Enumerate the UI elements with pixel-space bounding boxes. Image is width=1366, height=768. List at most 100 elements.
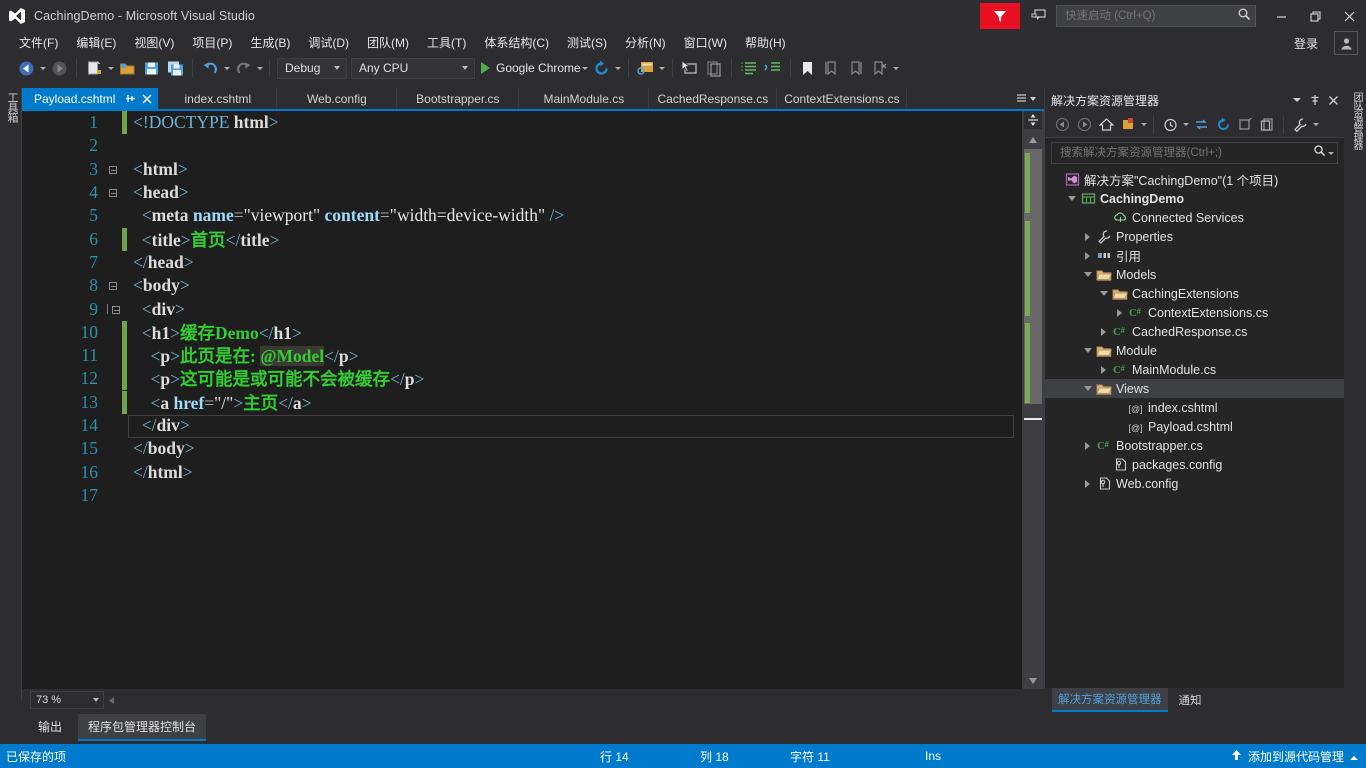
code-line[interactable]: 8 <body>	[22, 274, 1022, 297]
new-project-icon[interactable]	[83, 57, 105, 79]
feedback-comment-icon[interactable]	[1026, 4, 1052, 28]
toolbox-tab[interactable]: 工具箱	[0, 88, 22, 700]
bookmark-icon[interactable]	[797, 57, 819, 79]
horizontal-scroll-left-arrow[interactable]	[104, 692, 120, 708]
sync-icon[interactable]	[1190, 115, 1212, 135]
solution-explorer-search[interactable]	[1051, 142, 1338, 164]
tree-item-11[interactable]: C # MainModule.cs	[1045, 360, 1344, 379]
code-line[interactable]: 7 </head>	[22, 251, 1022, 274]
close-button[interactable]	[1332, 1, 1366, 31]
show-all-files-icon[interactable]	[1256, 115, 1278, 135]
tree-item-15[interactable]: C # Bootstrapper.cs	[1045, 436, 1344, 455]
redo-dropdown[interactable]	[255, 67, 264, 70]
code-surface[interactable]: 1 <!DOCTYPE html> 2 3 <html> 4 <head> 5 <meta n…	[22, 111, 1022, 689]
collapse-arrow-icon[interactable]	[1081, 348, 1094, 353]
tab-overflow-button[interactable]	[1008, 88, 1044, 109]
code-line[interactable]: 15 </body>	[22, 437, 1022, 460]
tree-item-9[interactable]: C # CachedResponse.cs	[1045, 322, 1344, 341]
back-icon[interactable]	[1051, 115, 1073, 135]
minimize-button[interactable]	[1264, 1, 1298, 31]
code-line[interactable]: 9 <div>	[22, 297, 1022, 320]
collapse-arrow-icon[interactable]	[1065, 196, 1078, 201]
close-icon[interactable]	[140, 94, 154, 104]
close-icon[interactable]	[1324, 91, 1342, 109]
menu-item-11[interactable]: 分析(N)	[616, 33, 675, 53]
menu-item-5[interactable]: 生成(B)	[241, 33, 299, 53]
menu-item-8[interactable]: 工具(T)	[418, 33, 475, 53]
solution-search-input[interactable]	[1058, 146, 1313, 160]
scroll-down-arrow[interactable]	[1022, 672, 1044, 689]
pin-icon[interactable]	[124, 93, 137, 104]
editor-tab-2[interactable]: index.cshtml	[159, 88, 278, 109]
code-line[interactable]: 3 <html>	[22, 158, 1022, 181]
tree-item-2[interactable]: CachingDemo	[1045, 189, 1344, 208]
redo-icon[interactable]	[232, 57, 254, 79]
expand-arrow-icon[interactable]	[1081, 441, 1094, 450]
refresh-dropdown[interactable]	[614, 67, 623, 70]
menu-item-12[interactable]: 窗口(W)	[675, 33, 736, 53]
expand-arrow-icon[interactable]	[1081, 251, 1094, 260]
collapse-arrow-icon[interactable]	[1081, 386, 1094, 391]
save-all-icon[interactable]	[164, 57, 186, 79]
fold-margin[interactable]	[104, 188, 122, 198]
toolbar-overflow-button[interactable]	[1311, 123, 1320, 126]
browser-debug-dropdown[interactable]	[658, 67, 667, 70]
menu-item-1[interactable]: 文件(F)	[10, 33, 67, 53]
menu-item-3[interactable]: 视图(V)	[125, 33, 183, 53]
properties-wrench-icon[interactable]	[1289, 115, 1311, 135]
pending-changes-icon[interactable]	[1117, 115, 1139, 135]
bottom-tab-1[interactable]: 输出	[28, 714, 72, 739]
team-explorer-tab-label[interactable]: 团队资源管理器	[1348, 92, 1363, 148]
tree-item-13[interactable]: [@] index.cshtml	[1045, 398, 1344, 417]
expand-arrow-icon[interactable]	[1097, 327, 1110, 336]
tree-item-3[interactable]: Connected Services	[1045, 208, 1344, 227]
collapse-arrow-icon[interactable]	[1081, 272, 1094, 277]
tree-item-5[interactable]: 引用	[1045, 246, 1344, 265]
undo-icon[interactable]	[199, 57, 221, 79]
editor-tab-4[interactable]: Bootstrapper.cs	[397, 88, 520, 109]
code-line[interactable]: 13 <a href="/">主页</a>	[22, 390, 1022, 414]
menu-item-6[interactable]: 调试(D)	[299, 33, 358, 53]
code-line[interactable]: 16 </html>	[22, 460, 1022, 483]
send-feedback-button[interactable]	[980, 3, 1020, 29]
tree-item-14[interactable]: [@] Payload.cshtml	[1045, 417, 1344, 436]
tree-item-8[interactable]: C # ContextExtensions.cs	[1045, 303, 1344, 322]
pin-icon[interactable]	[1306, 91, 1324, 109]
collapse-all-icon[interactable]	[1234, 115, 1256, 135]
menu-item-13[interactable]: 帮助(H)	[736, 33, 795, 53]
tree-item-6[interactable]: Models	[1045, 265, 1344, 284]
code-editor[interactable]: 1 <!DOCTYPE html> 2 3 <html> 4 <head> 5 <meta n…	[22, 111, 1044, 689]
code-line[interactable]: 2	[22, 134, 1022, 157]
new-project-dropdown[interactable]	[106, 67, 115, 70]
fold-margin[interactable]	[104, 304, 122, 315]
solution-bottom-tab-1[interactable]: 解决方案资源管理器	[1052, 688, 1168, 712]
previous-bookmark-icon[interactable]	[821, 57, 843, 79]
menu-item-10[interactable]: 测试(S)	[558, 33, 616, 53]
account-icon[interactable]	[1334, 31, 1358, 55]
tree-item-16[interactable]: packages.config	[1045, 455, 1344, 474]
copy-window-icon[interactable]	[703, 57, 725, 79]
save-icon[interactable]	[140, 57, 162, 79]
undo-dropdown[interactable]	[222, 67, 231, 70]
maximize-button[interactable]	[1298, 1, 1332, 31]
navigate-backward-dropdown[interactable]	[38, 67, 47, 70]
pending-history-dropdown[interactable]	[1181, 123, 1190, 126]
code-line[interactable]: 4 <head>	[22, 181, 1022, 204]
solution-bottom-tab-2[interactable]: 通知	[1173, 689, 1208, 711]
uncomment-lines-icon[interactable]	[762, 57, 784, 79]
expand-arrow-icon[interactable]	[1097, 365, 1110, 374]
code-line[interactable]: 12 <p>这可能是或可能不会被缓存</p>	[22, 367, 1022, 391]
code-line[interactable]: 11 <p>此页是在: @Model</p>	[22, 344, 1022, 368]
zoom-level-combo[interactable]: 73 %	[30, 691, 104, 709]
comment-lines-icon[interactable]	[738, 57, 760, 79]
editor-split-handle[interactable]	[1024, 111, 1042, 129]
editor-tab-5[interactable]: MainModule.cs	[519, 88, 650, 109]
menu-item-4[interactable]: 项目(P)	[183, 33, 241, 53]
start-debugging-button[interactable]: Google Chrome	[481, 61, 581, 75]
menu-item-9[interactable]: 体系结构(C)	[475, 33, 558, 53]
navigate-backward-button[interactable]	[15, 57, 37, 79]
home-icon[interactable]	[1095, 115, 1117, 135]
menu-item-7[interactable]: 团队(M)	[358, 33, 418, 53]
navigate-forward-button[interactable]	[48, 57, 70, 79]
select-element-icon[interactable]	[679, 57, 701, 79]
